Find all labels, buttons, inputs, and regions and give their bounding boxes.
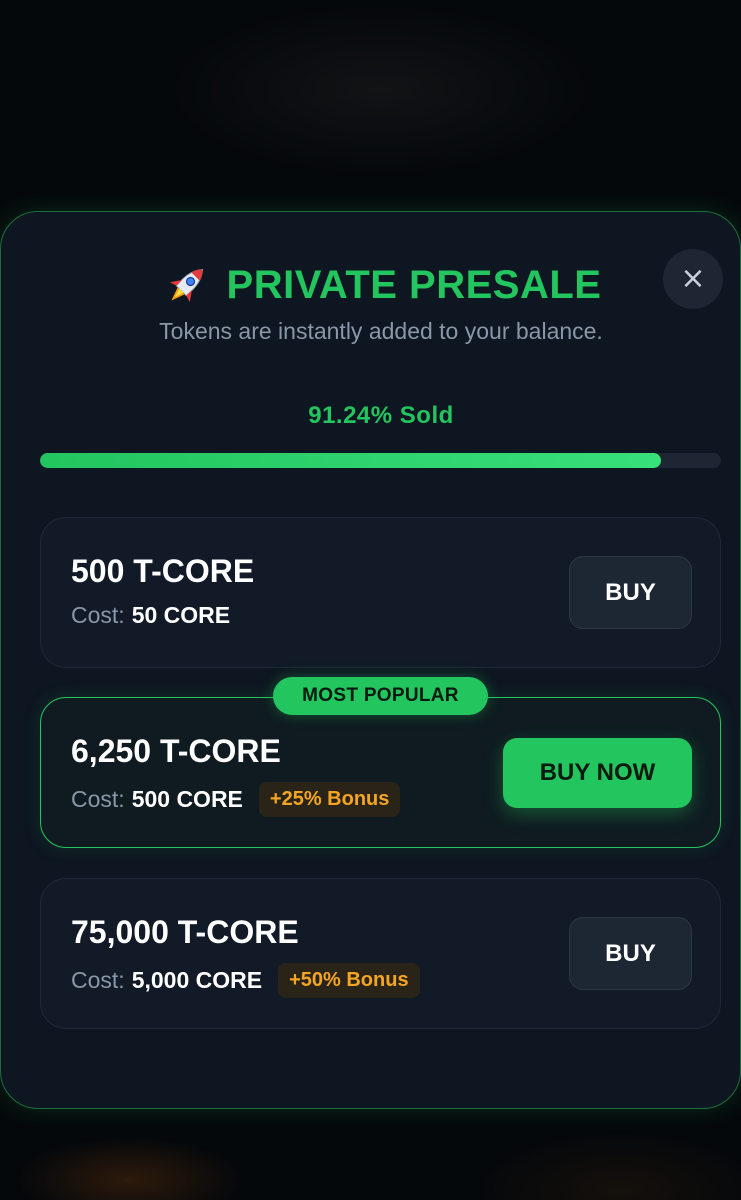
rocket-icon bbox=[169, 268, 203, 302]
package-card-6250: 6,250 T-CORE Cost: 500 CORE +25% Bonus B… bbox=[40, 697, 721, 848]
cost-label: Cost: bbox=[71, 967, 125, 993]
cost-value: 5,000 CORE bbox=[131, 967, 263, 993]
cost-value: 500 CORE bbox=[131, 786, 243, 812]
progress-label: 91.24% Sold bbox=[308, 402, 454, 429]
package-amount: 500 T-CORE bbox=[71, 553, 255, 589]
page-subtitle: Tokens are instantly added to your balan… bbox=[159, 318, 603, 344]
buy-button[interactable]: BUY bbox=[569, 556, 692, 629]
modal-header: PRIVATE PRESALE bbox=[0, 257, 741, 313]
package-cost: Cost: 500 CORE +25% Bonus bbox=[71, 782, 401, 817]
progress-bar bbox=[40, 453, 721, 468]
buy-now-button[interactable]: BUY NOW bbox=[503, 738, 692, 808]
package-cost: Cost: 5,000 CORE +50% Bonus bbox=[71, 963, 420, 998]
cost-value: 50 CORE bbox=[131, 602, 231, 628]
most-popular-badge: MOST POPULAR bbox=[273, 677, 488, 715]
package-amount: 75,000 T-CORE bbox=[71, 914, 299, 950]
cost-label: Cost: bbox=[71, 786, 125, 812]
package-cost: Cost: 50 CORE bbox=[71, 602, 230, 629]
buy-button[interactable]: BUY bbox=[569, 917, 692, 990]
cost-label: Cost: bbox=[71, 602, 125, 628]
package-amount: 6,250 T-CORE bbox=[71, 733, 281, 769]
package-card-75000: 75,000 T-CORE Cost: 5,000 CORE +50% Bonu… bbox=[40, 878, 721, 1029]
page-title: PRIVATE PRESALE bbox=[226, 262, 602, 307]
bonus-badge: +50% Bonus bbox=[278, 963, 420, 998]
package-card-500: 500 T-CORE Cost: 50 CORE BUY bbox=[40, 517, 721, 668]
bonus-badge: +25% Bonus bbox=[258, 782, 401, 817]
progress-fill bbox=[40, 453, 662, 468]
